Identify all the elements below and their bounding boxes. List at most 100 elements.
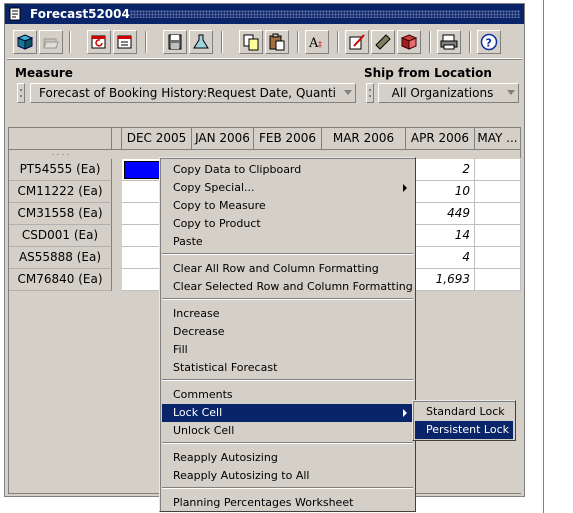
submenu-arrow-icon bbox=[403, 409, 407, 417]
ship-from-drag-handle[interactable] bbox=[366, 83, 374, 103]
calendar-refresh-icon bbox=[91, 35, 106, 49]
print-button[interactable] bbox=[437, 30, 461, 54]
column-header[interactable]: FEB 2006 bbox=[254, 128, 322, 150]
row-header[interactable]: CSD001 (Ea) bbox=[9, 225, 112, 247]
grid-cell[interactable]: 10 bbox=[406, 181, 475, 202]
menu-item-statistical-forecast[interactable]: Statistical Forecast bbox=[162, 359, 413, 377]
grid-cell[interactable] bbox=[475, 203, 521, 224]
toolbar: A ‡ ? bbox=[7, 26, 522, 59]
measure-combobox[interactable]: Forecast of Booking History:Request Date… bbox=[30, 83, 356, 103]
grid-cell[interactable]: 4 bbox=[406, 247, 475, 268]
help-button[interactable]: ? bbox=[477, 30, 501, 54]
flask-button[interactable] bbox=[189, 30, 213, 54]
context-menu: Copy Data to Clipboard Copy Special... C… bbox=[159, 157, 416, 512]
chevron-down-icon bbox=[344, 90, 352, 95]
edit-note-icon bbox=[349, 34, 365, 50]
menu-item-lock-cell[interactable]: Lock Cell bbox=[162, 404, 413, 422]
chevron-down-icon bbox=[507, 90, 515, 95]
row-header[interactable]: CM76840 (Ea) bbox=[9, 269, 112, 291]
help-icon: ? bbox=[480, 33, 498, 51]
menu-item-label: Copy Special... bbox=[173, 181, 255, 194]
menu-item-copy-measure[interactable]: Copy to Measure bbox=[162, 197, 413, 215]
svg-text:‡: ‡ bbox=[318, 40, 322, 49]
paste-button[interactable] bbox=[265, 30, 289, 54]
calendar-icon bbox=[117, 35, 132, 49]
ship-from-label: Ship from Location bbox=[364, 66, 492, 80]
row-header[interactable]: PT54555 (Ea) bbox=[9, 159, 112, 181]
grid-cell[interactable]: 449 bbox=[406, 203, 475, 224]
menu-item-decrease[interactable]: Decrease bbox=[162, 323, 413, 341]
column-header-grip[interactable] bbox=[112, 128, 122, 150]
menu-item-clear-selected-formatting[interactable]: Clear Selected Row and Column Formatting bbox=[162, 278, 413, 296]
grid-cell[interactable] bbox=[475, 159, 521, 180]
edit-note-button[interactable] bbox=[345, 30, 369, 54]
title-bar[interactable]: Forecast52004 bbox=[5, 4, 524, 24]
menu-item-paste[interactable]: Paste bbox=[162, 233, 413, 251]
print-icon bbox=[440, 34, 458, 50]
grid-cell[interactable]: 1,693 bbox=[406, 269, 475, 290]
paste-icon bbox=[269, 33, 285, 51]
toolbar-separator bbox=[469, 31, 471, 53]
menu-item-increase[interactable]: Increase bbox=[162, 305, 413, 323]
menu-separator bbox=[162, 442, 413, 444]
ship-from-combobox[interactable]: All Organizations bbox=[378, 83, 519, 103]
ruler-icon bbox=[375, 34, 391, 50]
menu-separator bbox=[162, 379, 413, 381]
grid-cell[interactable]: 2 bbox=[406, 159, 475, 180]
open-button[interactable] bbox=[39, 30, 63, 54]
toolbar-separator bbox=[429, 31, 431, 53]
menu-item-standard-lock[interactable]: Standard Lock bbox=[415, 403, 513, 421]
toolbar-separator bbox=[145, 31, 147, 53]
grid-cell[interactable] bbox=[475, 181, 521, 202]
toolbar-separator bbox=[69, 31, 71, 53]
menu-item-copy-special[interactable]: Copy Special... bbox=[162, 179, 413, 197]
window-edge-line bbox=[543, 0, 544, 513]
measure-label: Measure bbox=[15, 66, 73, 80]
calendar-refresh-button[interactable] bbox=[87, 30, 111, 54]
menu-item-comments[interactable]: Comments bbox=[162, 386, 413, 404]
menu-item-fill[interactable]: Fill bbox=[162, 341, 413, 359]
grid-corner bbox=[9, 128, 112, 150]
toolbar-separator bbox=[297, 31, 299, 53]
column-header[interactable]: MAY ... bbox=[475, 128, 521, 150]
copy-icon bbox=[243, 34, 259, 51]
ruler-button[interactable] bbox=[371, 30, 395, 54]
grid-cell[interactable] bbox=[475, 269, 521, 290]
column-header[interactable]: DEC 2005 bbox=[122, 128, 192, 150]
grid-cell[interactable] bbox=[475, 225, 521, 246]
font-size-button[interactable]: A ‡ bbox=[305, 30, 329, 54]
save-button[interactable] bbox=[163, 30, 187, 54]
menu-item-copy-data[interactable]: Copy Data to Clipboard bbox=[162, 161, 413, 179]
menu-separator bbox=[162, 487, 413, 489]
column-header[interactable]: JAN 2006 bbox=[192, 128, 254, 150]
menu-item-copy-product[interactable]: Copy to Product bbox=[162, 215, 413, 233]
cube-icon bbox=[16, 34, 34, 50]
measure-drag-handle[interactable] bbox=[17, 83, 25, 103]
ship-from-value: All Organizations bbox=[391, 86, 494, 100]
row-header[interactable]: AS55888 (Ea) bbox=[9, 247, 112, 269]
menu-item-persistent-lock[interactable]: Persistent Lock bbox=[415, 421, 513, 439]
menu-item-clear-all-formatting[interactable]: Clear All Row and Column Formatting bbox=[162, 260, 413, 278]
rubiks-cube-button[interactable] bbox=[397, 30, 421, 54]
flask-icon bbox=[193, 34, 209, 49]
column-header[interactable]: MAR 2006 bbox=[322, 128, 406, 150]
row-header[interactable]: CM31558 (Ea) bbox=[9, 203, 112, 225]
grid-cell[interactable] bbox=[475, 247, 521, 268]
row-header[interactable]: CM11222 (Ea) bbox=[9, 181, 112, 203]
menu-item-planning-percentages[interactable]: Planning Percentages Worksheet bbox=[162, 494, 413, 512]
menu-separator bbox=[162, 298, 413, 300]
menu-item-unlock-cell[interactable]: Unlock Cell bbox=[162, 422, 413, 440]
copy-button[interactable] bbox=[239, 30, 263, 54]
submenu-arrow-icon bbox=[403, 184, 407, 192]
measure-value: Forecast of Booking History:Request Date… bbox=[39, 86, 335, 100]
menu-separator bbox=[162, 253, 413, 255]
cube-button[interactable] bbox=[13, 30, 37, 54]
calendar-button[interactable] bbox=[113, 30, 137, 54]
menu-item-reapply-autosizing-all[interactable]: Reapply Autosizing to All bbox=[162, 467, 413, 485]
font-size-icon: A ‡ bbox=[308, 36, 322, 51]
menu-item-reapply-autosizing[interactable]: Reapply Autosizing bbox=[162, 449, 413, 467]
grid-cell[interactable]: 14 bbox=[406, 225, 475, 246]
toolbar-separator bbox=[221, 31, 223, 53]
rubiks-cube-icon bbox=[400, 34, 418, 50]
column-header[interactable]: APR 2006 bbox=[406, 128, 475, 150]
